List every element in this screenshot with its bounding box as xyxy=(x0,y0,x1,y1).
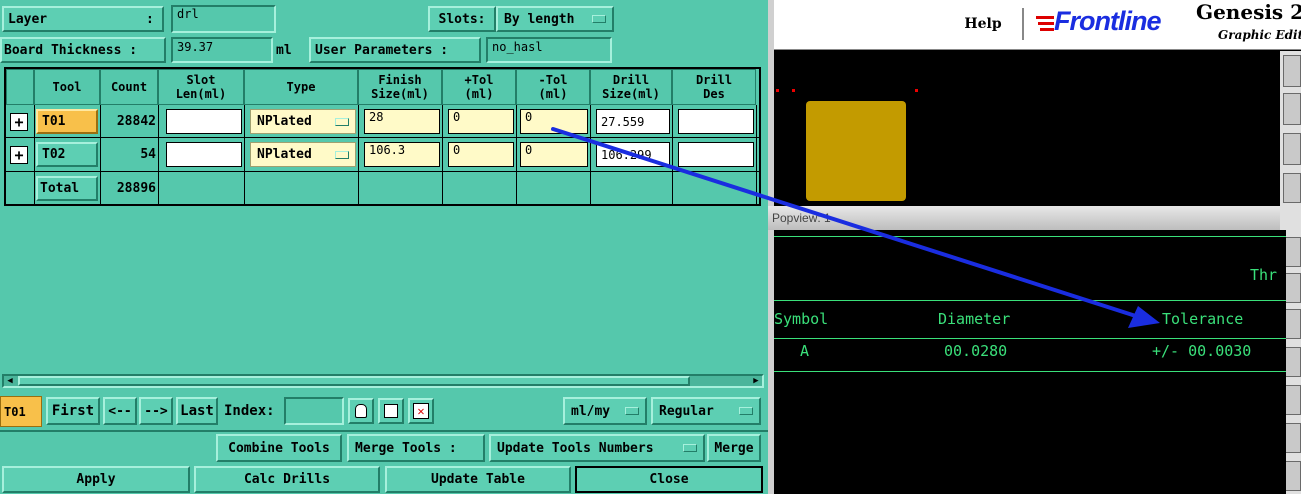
arrow-shaft xyxy=(551,127,1144,320)
annotation-arrow xyxy=(551,127,1160,328)
